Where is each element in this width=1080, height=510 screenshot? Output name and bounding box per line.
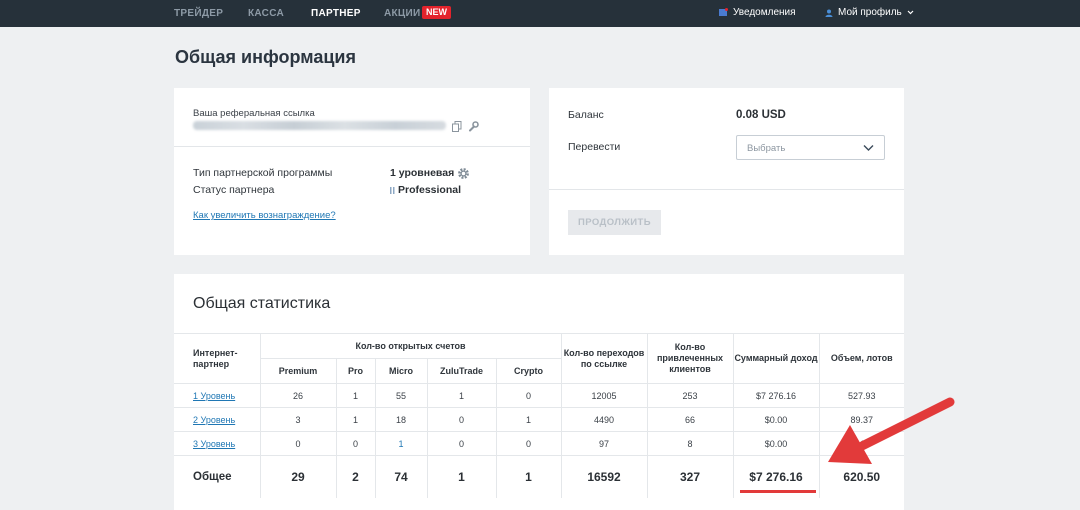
total-clicks: 16592 bbox=[560, 455, 648, 498]
cell-income: $7 276.16 bbox=[732, 383, 820, 408]
level-cell: 1 Уровень bbox=[174, 383, 261, 408]
balance-label: Баланс bbox=[568, 109, 604, 121]
cell-micro: 1 bbox=[374, 431, 428, 456]
col-header-income: Суммарный доход bbox=[732, 333, 820, 384]
cell-volume: 89.37 bbox=[818, 407, 904, 432]
table-row: 1 Уровень 26 1 55 1 0 12005 253 $7 276.1… bbox=[174, 383, 904, 408]
profile-menu-button[interactable]: Мой профиль bbox=[825, 7, 914, 18]
card-divider bbox=[174, 146, 530, 147]
cell-micro: 55 bbox=[374, 383, 428, 408]
level-link[interactable]: 2 Уровень bbox=[193, 415, 235, 425]
level-link[interactable]: 1 Уровень bbox=[193, 391, 235, 401]
cell-zulutrade: 0 bbox=[426, 431, 497, 456]
partner-status-value: Professional bbox=[398, 184, 462, 196]
nav-promotions[interactable]: АКЦИИ bbox=[384, 8, 421, 19]
transfer-select-placeholder: Выбрать bbox=[747, 143, 786, 154]
referral-link-label: Ваша реферальная ссылка bbox=[193, 108, 315, 119]
referral-card: Ваша реферальная ссылка Тип партнерской … bbox=[174, 88, 530, 255]
total-premium: 29 bbox=[259, 455, 337, 498]
cell-crypto: 0 bbox=[495, 431, 562, 456]
chevron-down-icon bbox=[907, 10, 914, 15]
status-bars-icon bbox=[390, 187, 395, 194]
cell-crypto: 1 bbox=[495, 407, 562, 432]
table-row: 3 Уровень 0 0 1 0 0 97 8 $0.00 3.20 bbox=[174, 431, 904, 456]
cell-premium: 3 bbox=[259, 407, 337, 432]
cell-pro: 0 bbox=[335, 431, 376, 456]
col-header-micro: Micro bbox=[374, 358, 428, 384]
top-nav-bar: ТРЕЙДЕР КАССА ПАРТНЕР АКЦИИ NEW Уведомле… bbox=[0, 0, 1080, 27]
profile-label: Мой профиль bbox=[838, 7, 902, 18]
partner-status-label: Статус партнера bbox=[193, 184, 275, 196]
cell-premium: 26 bbox=[259, 383, 337, 408]
cell-income: $0.00 bbox=[732, 431, 820, 456]
stats-title: Общая статистика bbox=[193, 295, 331, 312]
col-header-clients: Кол-во привлеченных клиентов bbox=[646, 333, 734, 384]
referral-link-value[interactable] bbox=[193, 121, 446, 130]
cell-micro: 18 bbox=[374, 407, 428, 432]
program-type-label: Тип партнерской программы bbox=[193, 167, 333, 179]
col-header-clicks: Кол-во переходов по ссылке bbox=[560, 333, 648, 384]
col-header-volume: Объем, лотов bbox=[818, 333, 904, 384]
total-zulutrade: 1 bbox=[426, 455, 497, 498]
cell-zulutrade: 1 bbox=[426, 383, 497, 408]
notifications-label: Уведомления bbox=[733, 7, 796, 18]
total-micro: 74 bbox=[374, 455, 428, 498]
total-pro: 2 bbox=[335, 455, 376, 498]
program-type-value: 1 уровневая bbox=[390, 167, 455, 179]
continue-button[interactable]: ПРОДОЛЖИТЬ bbox=[568, 210, 661, 235]
nav-cashier[interactable]: КАССА bbox=[248, 8, 284, 19]
level-link[interactable]: 3 Уровень bbox=[193, 439, 235, 449]
total-clients: 327 bbox=[646, 455, 734, 498]
level-cell: 2 Уровень bbox=[174, 407, 261, 432]
nav-partner[interactable]: ПАРТНЕР bbox=[311, 8, 361, 19]
cell-clicks: 4490 bbox=[560, 407, 648, 432]
cell-premium: 0 bbox=[259, 431, 337, 456]
col-header-pro: Pro bbox=[335, 358, 376, 384]
notifications-button[interactable]: Уведомления bbox=[719, 7, 796, 18]
cell-crypto: 0 bbox=[495, 383, 562, 408]
total-volume: 620.50 bbox=[818, 455, 904, 498]
table-row: 2 Уровень 3 1 18 0 1 4490 66 $0.00 89.37 bbox=[174, 407, 904, 432]
stats-table: Интернет-партнер Кол-во открытых счетов … bbox=[174, 333, 904, 498]
balance-value: 0.08 USD bbox=[736, 109, 786, 121]
cell-clicks: 97 bbox=[560, 431, 648, 456]
col-header-open-accounts: Кол-во открытых счетов bbox=[259, 333, 562, 359]
col-header-partner: Интернет-партнер bbox=[174, 333, 261, 384]
cell-volume: 527.93 bbox=[818, 383, 904, 408]
total-label: Общее bbox=[174, 455, 261, 498]
total-crypto: 1 bbox=[495, 455, 562, 498]
new-badge: NEW bbox=[422, 6, 451, 19]
cell-volume: 3.20 bbox=[818, 431, 904, 456]
gear-icon[interactable] bbox=[457, 167, 470, 180]
chevron-down-icon bbox=[863, 145, 874, 151]
wrench-icon[interactable] bbox=[468, 121, 479, 132]
nav-trader[interactable]: ТРЕЙДЕР bbox=[174, 8, 223, 19]
balance-card: Баланс 0.08 USD Перевести Выбрать ПРОДОЛ… bbox=[549, 88, 904, 255]
increase-reward-link[interactable]: Как увеличить вознаграждение? bbox=[193, 210, 336, 221]
stats-card: Общая статистика Интернет-партнер Кол-во… bbox=[174, 274, 904, 510]
copy-icon[interactable] bbox=[452, 121, 462, 132]
col-header-crypto: Crypto bbox=[495, 358, 561, 384]
cell-zulutrade: 0 bbox=[426, 407, 497, 432]
cell-clients: 66 bbox=[646, 407, 734, 432]
user-icon bbox=[825, 9, 833, 17]
col-header-zulutrade: ZuluTrade bbox=[426, 358, 497, 384]
transfer-select[interactable]: Выбрать bbox=[736, 135, 885, 160]
page-title: Общая информация bbox=[175, 47, 356, 67]
cell-pro: 1 bbox=[335, 383, 376, 408]
cell-clients: 253 bbox=[646, 383, 734, 408]
cell-clients: 8 bbox=[646, 431, 734, 456]
income-underline-annotation bbox=[740, 490, 816, 493]
notification-flag-icon bbox=[719, 8, 728, 16]
col-header-premium: Premium bbox=[260, 358, 337, 384]
cell-clicks: 12005 bbox=[560, 383, 648, 408]
cell-pro: 1 bbox=[335, 407, 376, 432]
transfer-label: Перевести bbox=[568, 141, 621, 153]
cell-income: $0.00 bbox=[732, 407, 820, 432]
level-cell: 3 Уровень bbox=[174, 431, 261, 456]
card-divider bbox=[549, 189, 904, 190]
